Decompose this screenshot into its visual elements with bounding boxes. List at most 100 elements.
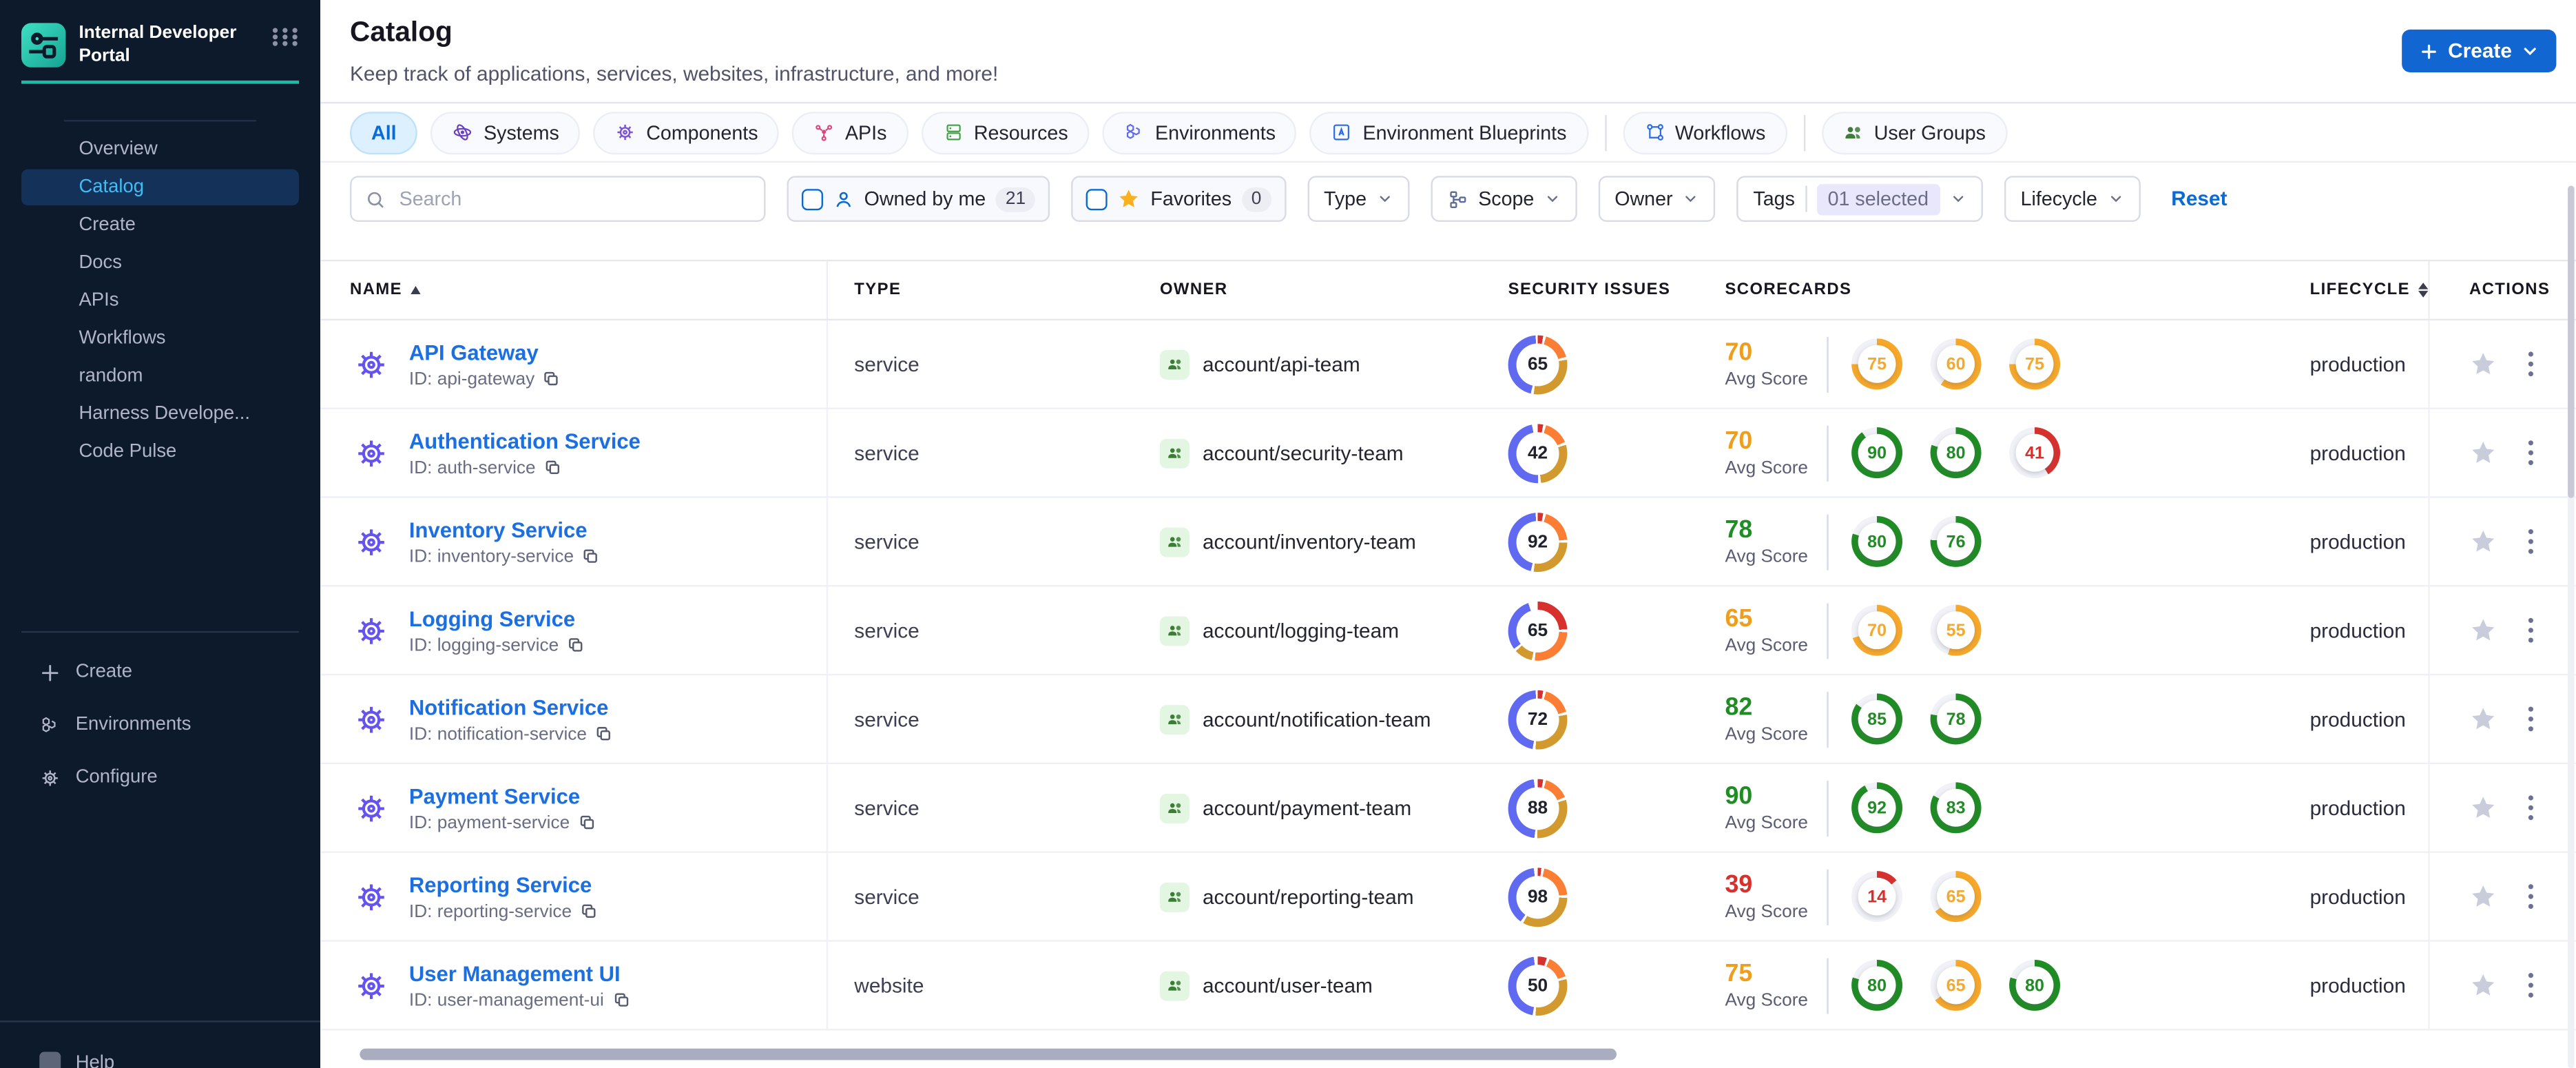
horizontal-scrollbar[interactable] [360,1048,1617,1060]
more-actions-icon[interactable] [2525,704,2537,734]
sidebar-item-catalog[interactable]: Catalog [21,169,300,206]
copy-icon[interactable] [595,725,613,743]
owner-name[interactable]: account/logging-team [1203,619,1399,641]
sidebar-item-apis[interactable]: APIs [21,283,299,318]
more-actions-icon[interactable] [2525,615,2537,645]
search-input[interactable] [395,185,751,212]
sidebar-bottom-item-configure[interactable]: Configure [0,751,320,803]
sidebar-item-workflows[interactable]: Workflows [21,320,299,356]
owner-dropdown[interactable]: Owner [1598,176,1716,223]
copy-icon[interactable] [544,458,562,476]
favorite-star-icon[interactable] [2469,439,2497,467]
tab-workflows[interactable]: Workflows [1622,111,1787,154]
copy-icon[interactable] [567,636,585,654]
copy-icon[interactable] [578,814,596,832]
table-row[interactable]: Payment Service ID: payment-service serv… [320,764,2576,853]
favorite-star-icon[interactable] [2469,972,2497,1000]
more-actions-icon[interactable] [2525,793,2537,823]
scope-dropdown[interactable]: Scope [1431,176,1577,223]
table-row[interactable]: Reporting Service ID: reporting-service … [320,852,2576,942]
tab-systems[interactable]: Systems [430,111,581,154]
sidebar-bottom-item-create[interactable]: Create [0,646,320,698]
entity-name-link[interactable]: Authentication Service [409,428,641,453]
entity-name-link[interactable]: Notification Service [409,695,613,719]
scorecard-ring-value: 80 [1867,531,1887,552]
entity-id: ID: auth-service [408,458,536,477]
entity-name-link[interactable]: Logging Service [409,606,585,630]
owner-name[interactable]: account/notification-team [1203,708,1431,730]
owner-name[interactable]: account/inventory-team [1203,530,1416,553]
tags-dropdown[interactable]: Tags 01 selected [1736,176,1983,223]
search-input-wrap[interactable] [350,176,766,223]
more-actions-icon[interactable] [2525,349,2537,379]
tab-environments[interactable]: Environments [1102,111,1298,154]
column-header-lifecycle[interactable]: Lifecycle [2300,261,2429,318]
sidebar-item-harness-develope-[interactable]: Harness Develope... [21,396,299,432]
favorite-star-icon[interactable] [2469,616,2497,644]
app-switcher-icon[interactable] [272,28,301,46]
entity-name-link[interactable]: Payment Service [409,783,596,808]
tab-environment-blueprints[interactable]: Environment Blueprints [1310,111,1588,154]
copy-icon[interactable] [543,370,561,388]
person-icon [836,191,851,207]
more-actions-icon[interactable] [2525,970,2537,1000]
owned-by-me-filter[interactable]: Owned by me 21 [787,176,1050,223]
sidebar-bottom-item-environments[interactable]: Environments [0,699,320,751]
owner-name[interactable]: account/reporting-team [1203,885,1414,907]
scorecard-ring: 80 [1851,515,1903,567]
sidebar-item-create[interactable]: Create [21,207,299,243]
more-actions-icon[interactable] [2525,438,2537,467]
owner-name[interactable]: account/payment-team [1203,797,1411,819]
favorites-checkbox[interactable] [1086,188,1108,210]
entity-name-link[interactable]: Reporting Service [409,872,598,896]
help-label: Help [75,1052,115,1068]
tab-apis[interactable]: APIs [792,111,908,154]
vertical-scrollbar-thumb[interactable] [2568,185,2574,498]
scorecard-rings: 80 76 [1851,515,1982,567]
table-row[interactable]: Inventory Service ID: inventory-service … [320,497,2576,587]
tab-components[interactable]: Components [593,111,780,154]
favorite-star-icon[interactable] [2469,794,2497,822]
favorite-star-icon[interactable] [2469,350,2497,378]
avg-score-block: 65 Avg Score [1725,605,1827,655]
sidebar-item-random[interactable]: random [21,358,299,394]
chevron-down-icon [1953,196,1964,203]
favorite-star-icon[interactable] [2469,528,2497,556]
table-row[interactable]: API Gateway ID: api-gateway service acco… [320,320,2576,409]
favorite-star-icon[interactable] [2469,883,2497,911]
tab-user-groups[interactable]: User Groups [1821,111,2008,154]
entity-name-link[interactable]: User Management UI [409,961,630,985]
lifecycle-dropdown[interactable]: Lifecycle [2004,176,2140,223]
sidebar-item-code-pulse[interactable]: Code Pulse [21,434,299,470]
table-row[interactable]: User Management UI ID: user-management-u… [320,941,2576,1031]
owner-name[interactable]: account/api-team [1203,353,1360,376]
scorecard-ring: 90 [1851,427,1903,479]
lifecycle-value: production [2309,352,2406,376]
reset-filters-link[interactable]: Reset [2171,187,2227,210]
lifecycle-value: production [2309,619,2406,642]
copy-icon[interactable] [582,547,600,565]
favorites-filter[interactable]: Favorites 0 [1071,176,1287,223]
copy-icon[interactable] [612,991,630,1009]
table-row[interactable]: Notification Service ID: notification-se… [320,675,2576,765]
sidebar-item-help[interactable]: Help [0,1051,320,1068]
entity-name-link[interactable]: Inventory Service [409,517,600,542]
tab-all[interactable]: All [350,111,418,154]
tab-resources[interactable]: Resources [921,111,1090,154]
more-actions-icon[interactable] [2525,526,2537,556]
column-header-name[interactable]: Name [320,261,829,319]
type-dropdown[interactable]: Type [1307,176,1410,223]
owner-name[interactable]: account/user-team [1203,974,1373,996]
sidebar-item-docs[interactable]: Docs [21,245,299,280]
favorite-star-icon[interactable] [2469,705,2497,733]
table-row[interactable]: Authentication Service ID: auth-service … [320,409,2576,498]
owned-by-me-checkbox[interactable] [801,188,823,210]
owner-name[interactable]: account/security-team [1203,441,1404,464]
table-row[interactable]: Logging Service ID: logging-service serv… [320,586,2576,676]
scorecard-ring: 75 [2009,338,2061,390]
copy-icon[interactable] [580,902,598,920]
sidebar-item-overview[interactable]: Overview [21,132,299,167]
create-button[interactable]: Create [2402,29,2557,72]
more-actions-icon[interactable] [2525,881,2537,911]
entity-name-link[interactable]: API Gateway [409,340,561,364]
